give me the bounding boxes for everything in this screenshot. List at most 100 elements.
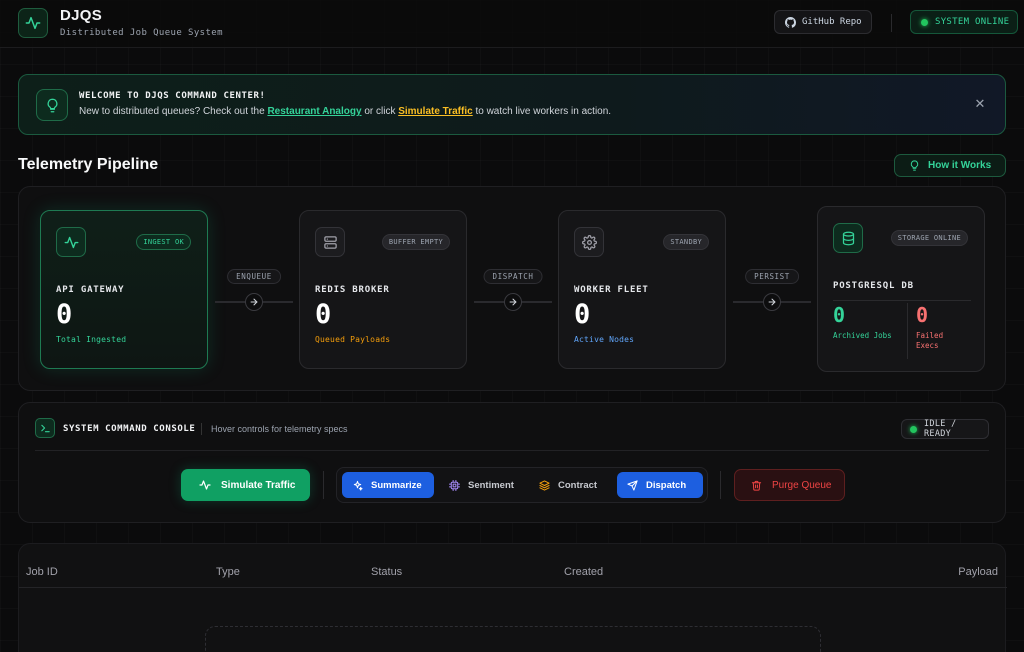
divider: [201, 423, 202, 435]
send-icon: [627, 479, 638, 491]
telemetry-pipeline: INGEST OK API GATEWAY 0 Total Ingested E…: [18, 186, 1006, 391]
app-title: DJQS: [60, 7, 103, 24]
header-divider: [891, 14, 892, 32]
lightbulb-icon: [36, 89, 68, 121]
divider: [907, 303, 908, 359]
lightbulb-icon: [909, 160, 920, 171]
status-badge: BUFFER EMPTY: [381, 234, 450, 250]
gear-icon: [574, 227, 604, 257]
empty-state-placeholder: [205, 626, 821, 652]
command-console: SYSTEM COMMAND CONSOLE Hover controls fo…: [18, 402, 1006, 523]
console-hint: Hover controls for telemetry specs: [211, 424, 348, 434]
node-sub-label: Total Ingested: [56, 335, 127, 344]
persist-connector: PERSIST: [733, 269, 811, 329]
connector-label: PERSIST: [745, 269, 799, 284]
purge-queue-button[interactable]: Purge Queue: [734, 469, 845, 501]
column-header-created[interactable]: Created: [564, 566, 603, 578]
node-label: API GATEWAY: [56, 285, 125, 295]
banner-text-end: to watch live workers in action.: [472, 106, 612, 117]
layers-icon: [539, 479, 550, 491]
status-badge: STANDBY: [663, 234, 709, 250]
summarize-button[interactable]: Summarize: [342, 472, 434, 498]
failed-execs-stat: 0 Failed Execs: [916, 303, 956, 351]
status-badge: STORAGE ONLINE: [890, 230, 968, 246]
api-gateway-node[interactable]: INGEST OK API GATEWAY 0 Total Ingested: [40, 210, 208, 369]
dispatch-button[interactable]: Dispatch: [617, 472, 703, 498]
divider: [833, 300, 971, 301]
connector-label: DISPATCH: [483, 269, 543, 284]
banner-title: WELCOME TO DJQS COMMAND CENTER!: [79, 91, 266, 101]
node-value: 0: [574, 299, 591, 330]
cpu-icon: [449, 479, 460, 491]
node-label: WORKER FLEET: [574, 285, 649, 295]
purge-queue-label: Purge Queue: [772, 479, 832, 491]
idle-status-dot: [910, 425, 917, 433]
welcome-banner: WELCOME TO DJQS COMMAND CENTER! New to d…: [18, 74, 1006, 135]
banner-text: New to distributed queues? Check out the…: [79, 106, 611, 117]
console-title: SYSTEM COMMAND CONSOLE: [63, 424, 196, 434]
github-icon: [785, 16, 796, 28]
worker-fleet-node[interactable]: STANDBY WORKER FLEET 0 Active Nodes: [558, 210, 726, 369]
failed-execs-value: 0: [916, 303, 929, 327]
divider: [720, 471, 721, 499]
dispatch-connector: DISPATCH: [474, 269, 552, 329]
console-status-badge: IDLE / READY: [901, 419, 989, 439]
summarize-label: Summarize: [371, 479, 422, 491]
github-repo-button[interactable]: GitHub Repo: [774, 10, 872, 34]
connector-label: ENQUEUE: [227, 269, 281, 284]
sentiment-button[interactable]: Sentiment: [439, 472, 523, 498]
postgresql-node[interactable]: STORAGE ONLINE POSTGRESQL DB 0 Archived …: [817, 206, 985, 372]
simulate-traffic-button[interactable]: Simulate Traffic: [181, 469, 310, 501]
contract-button[interactable]: Contract: [529, 472, 607, 498]
node-label: REDIS BROKER: [315, 285, 390, 295]
archived-jobs-stat: 0 Archived Jobs: [833, 303, 892, 341]
system-status-badge[interactable]: SYSTEM ONLINE: [910, 10, 1018, 34]
how-it-works-label: How it Works: [928, 160, 992, 171]
contract-label: Contract: [558, 479, 598, 491]
node-value: 0: [315, 299, 332, 330]
redis-broker-node[interactable]: BUFFER EMPTY REDIS BROKER 0 Queued Paylo…: [299, 210, 467, 369]
jobs-table: Job ID Type Status Created Payload: [18, 543, 1007, 652]
arrow-right-icon: [763, 293, 781, 311]
online-status-dot: [921, 18, 928, 26]
node-value: 0: [56, 299, 73, 330]
app-subtitle: Distributed Job Queue System: [60, 28, 223, 38]
column-header-payload[interactable]: Payload: [958, 566, 998, 578]
archived-jobs-value: 0: [833, 303, 846, 327]
close-icon[interactable]: ✕: [971, 95, 989, 113]
system-status-label: SYSTEM ONLINE: [935, 17, 1010, 27]
trash-icon: [751, 480, 762, 491]
dispatch-label: Dispatch: [646, 479, 687, 491]
top-header: DJQS Distributed Job Queue System GitHub…: [0, 0, 1024, 48]
sparkles-icon: [352, 480, 363, 491]
arrow-right-icon: [504, 293, 522, 311]
how-it-works-button[interactable]: How it Works: [894, 154, 1006, 177]
job-type-button-group: Summarize Sentiment Contract Dispatch: [336, 467, 708, 503]
archived-jobs-label: Archived Jobs: [833, 331, 892, 340]
github-repo-label: GitHub Repo: [802, 17, 862, 27]
node-sub-label: Active Nodes: [574, 335, 635, 344]
divider: [35, 450, 989, 451]
divider: [19, 587, 1007, 588]
server-icon: [315, 227, 345, 257]
activity-logo-icon: [18, 8, 48, 38]
terminal-icon: [35, 418, 55, 438]
arrow-right-icon: [245, 293, 263, 311]
restaurant-analogy-link[interactable]: Restaurant Analogy: [267, 106, 361, 117]
enqueue-connector: ENQUEUE: [215, 269, 293, 329]
column-header-status[interactable]: Status: [371, 566, 402, 578]
node-sub-label: Queued Payloads: [315, 335, 391, 344]
sentiment-label: Sentiment: [468, 479, 514, 491]
banner-text-start: New to distributed queues? Check out the: [79, 106, 268, 117]
console-status-label: IDLE / READY: [924, 419, 957, 439]
column-header-type[interactable]: Type: [216, 566, 240, 578]
simulate-traffic-label: Simulate Traffic: [221, 479, 296, 491]
node-label: POSTGRESQL DB: [833, 281, 914, 291]
banner-text-middle: or click: [361, 106, 399, 117]
divider: [323, 471, 324, 499]
column-header-job-id[interactable]: Job ID: [26, 566, 58, 578]
database-icon: [833, 223, 863, 253]
activity-icon: [199, 479, 211, 491]
simulate-traffic-link[interactable]: Simulate Traffic: [398, 106, 472, 117]
activity-icon: [56, 227, 86, 257]
